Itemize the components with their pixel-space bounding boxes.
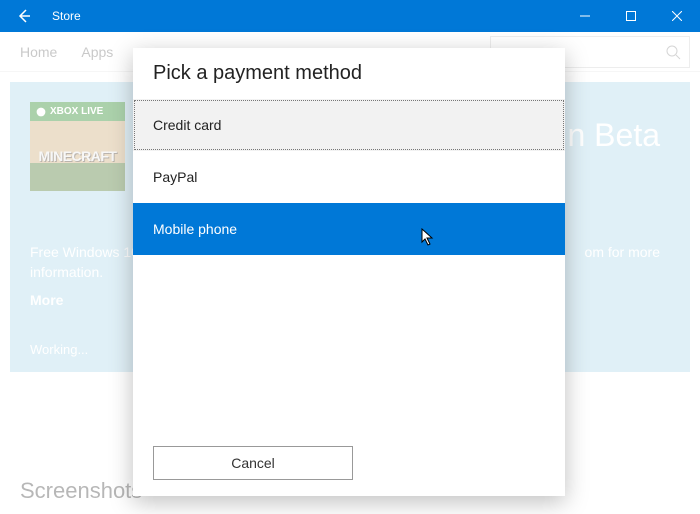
option-label: Credit card	[153, 117, 221, 133]
minimize-button[interactable]	[562, 0, 608, 32]
cursor-icon	[419, 228, 435, 251]
maximize-button[interactable]	[608, 0, 654, 32]
dialog-title: Pick a payment method	[133, 62, 565, 99]
window-controls	[562, 0, 700, 32]
maximize-icon	[626, 11, 636, 21]
back-button[interactable]	[0, 0, 48, 32]
dialog-footer: Cancel	[133, 434, 565, 496]
close-icon	[672, 11, 682, 21]
minimize-icon	[580, 11, 590, 21]
option-label: PayPal	[153, 169, 197, 185]
arrow-left-icon	[16, 8, 32, 24]
payment-method-dialog: Pick a payment method Credit card PayPal…	[133, 48, 565, 496]
app-title: Store	[52, 9, 81, 23]
close-button[interactable]	[654, 0, 700, 32]
option-paypal[interactable]: PayPal	[133, 151, 565, 203]
option-label: Mobile phone	[153, 221, 237, 237]
titlebar: Store	[0, 0, 700, 32]
option-credit-card[interactable]: Credit card	[133, 99, 565, 151]
option-mobile-phone[interactable]: Mobile phone	[133, 203, 565, 255]
payment-options-list: Credit card PayPal Mobile phone	[133, 99, 565, 434]
cancel-button[interactable]: Cancel	[153, 446, 353, 480]
